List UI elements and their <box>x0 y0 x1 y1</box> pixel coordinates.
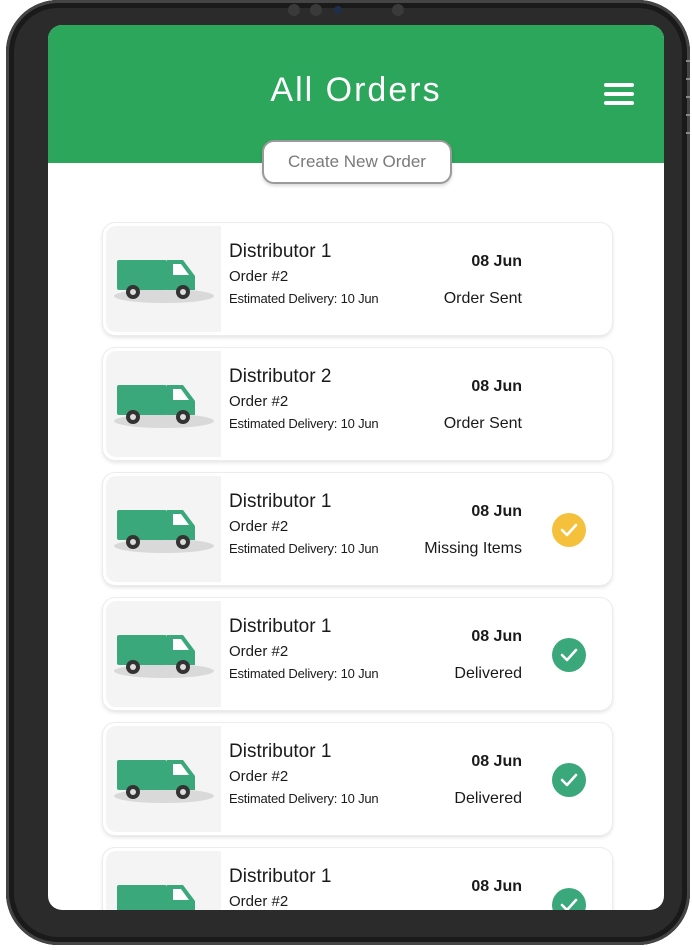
order-card[interactable]: Distributor 1 Order #2 Estimated Delivery… <box>103 598 612 710</box>
camera-bar <box>278 4 418 16</box>
order-card[interactable]: Distributor 1 Order #2 Estimated Delivery… <box>103 223 612 335</box>
distributor-name: Distributor 1 <box>229 866 332 887</box>
estimated-delivery: Estimated Delivery: 10 Jun <box>229 541 379 556</box>
estimated-delivery: Estimated Delivery: 10 Jun <box>229 666 379 681</box>
order-number: Order #2 <box>229 893 289 910</box>
order-date: 08 Jun <box>471 253 522 270</box>
order-card[interactable]: Distributor 1 Order #2 Estimated Delivery… <box>103 473 612 585</box>
status-badge: Order Sent <box>443 290 522 307</box>
success-check-icon <box>552 888 586 910</box>
order-number: Order #2 <box>229 768 289 785</box>
delivery-truck-icon <box>106 476 221 582</box>
create-new-order-button[interactable]: Create New Order <box>262 140 452 184</box>
order-date: 08 Jun <box>471 378 522 395</box>
success-check-icon <box>552 638 586 672</box>
success-check-icon <box>552 763 586 797</box>
camera-icon <box>334 6 342 14</box>
order-card[interactable]: Distributor 1 Order #2 Estimated Delivery… <box>103 723 612 835</box>
order-number: Order #2 <box>229 643 289 660</box>
distributor-name: Distributor 1 <box>229 616 332 637</box>
distributor-name: Distributor 1 <box>229 741 332 762</box>
estimated-delivery: Estimated Delivery: 10 Jun <box>229 791 379 806</box>
order-number: Order #2 <box>229 268 289 285</box>
order-date: 08 Jun <box>471 503 522 520</box>
app-screen: All Orders Create New Order Distributor … <box>48 25 664 910</box>
tablet-frame: All Orders Create New Order Distributor … <box>6 0 690 945</box>
status-badge: Missing Items <box>424 540 522 557</box>
status-badge: Delivered <box>454 665 522 682</box>
order-date: 08 Jun <box>471 753 522 770</box>
status-badge: Delivered <box>454 790 522 807</box>
distributor-name: Distributor 1 <box>229 491 332 512</box>
warning-check-icon <box>552 513 586 547</box>
order-date: 08 Jun <box>471 878 522 895</box>
delivery-truck-icon <box>106 601 221 707</box>
distributor-name: Distributor 1 <box>229 241 332 262</box>
sensor-icon <box>310 4 322 16</box>
sensor-icon <box>392 4 404 16</box>
estimated-delivery: Estimated Delivery: 10 Jun <box>229 416 379 431</box>
distributor-name: Distributor 2 <box>229 366 332 387</box>
sensor-icon <box>288 4 300 16</box>
order-card[interactable]: Distributor 1 Order #2 08 Jun <box>103 848 612 910</box>
delivery-truck-icon <box>106 726 221 832</box>
order-date: 08 Jun <box>471 628 522 645</box>
order-number: Order #2 <box>229 518 289 535</box>
estimated-delivery: Estimated Delivery: 10 Jun <box>229 291 379 306</box>
hamburger-menu-icon[interactable] <box>604 83 634 105</box>
delivery-truck-icon <box>106 226 221 332</box>
delivery-truck-icon <box>106 351 221 457</box>
status-badge: Order Sent <box>443 415 522 432</box>
order-number: Order #2 <box>229 393 289 410</box>
edge-marks <box>686 60 692 150</box>
page-title: All Orders <box>270 71 442 109</box>
delivery-truck-icon <box>106 851 221 910</box>
order-card[interactable]: Distributor 2 Order #2 Estimated Delivery… <box>103 348 612 460</box>
